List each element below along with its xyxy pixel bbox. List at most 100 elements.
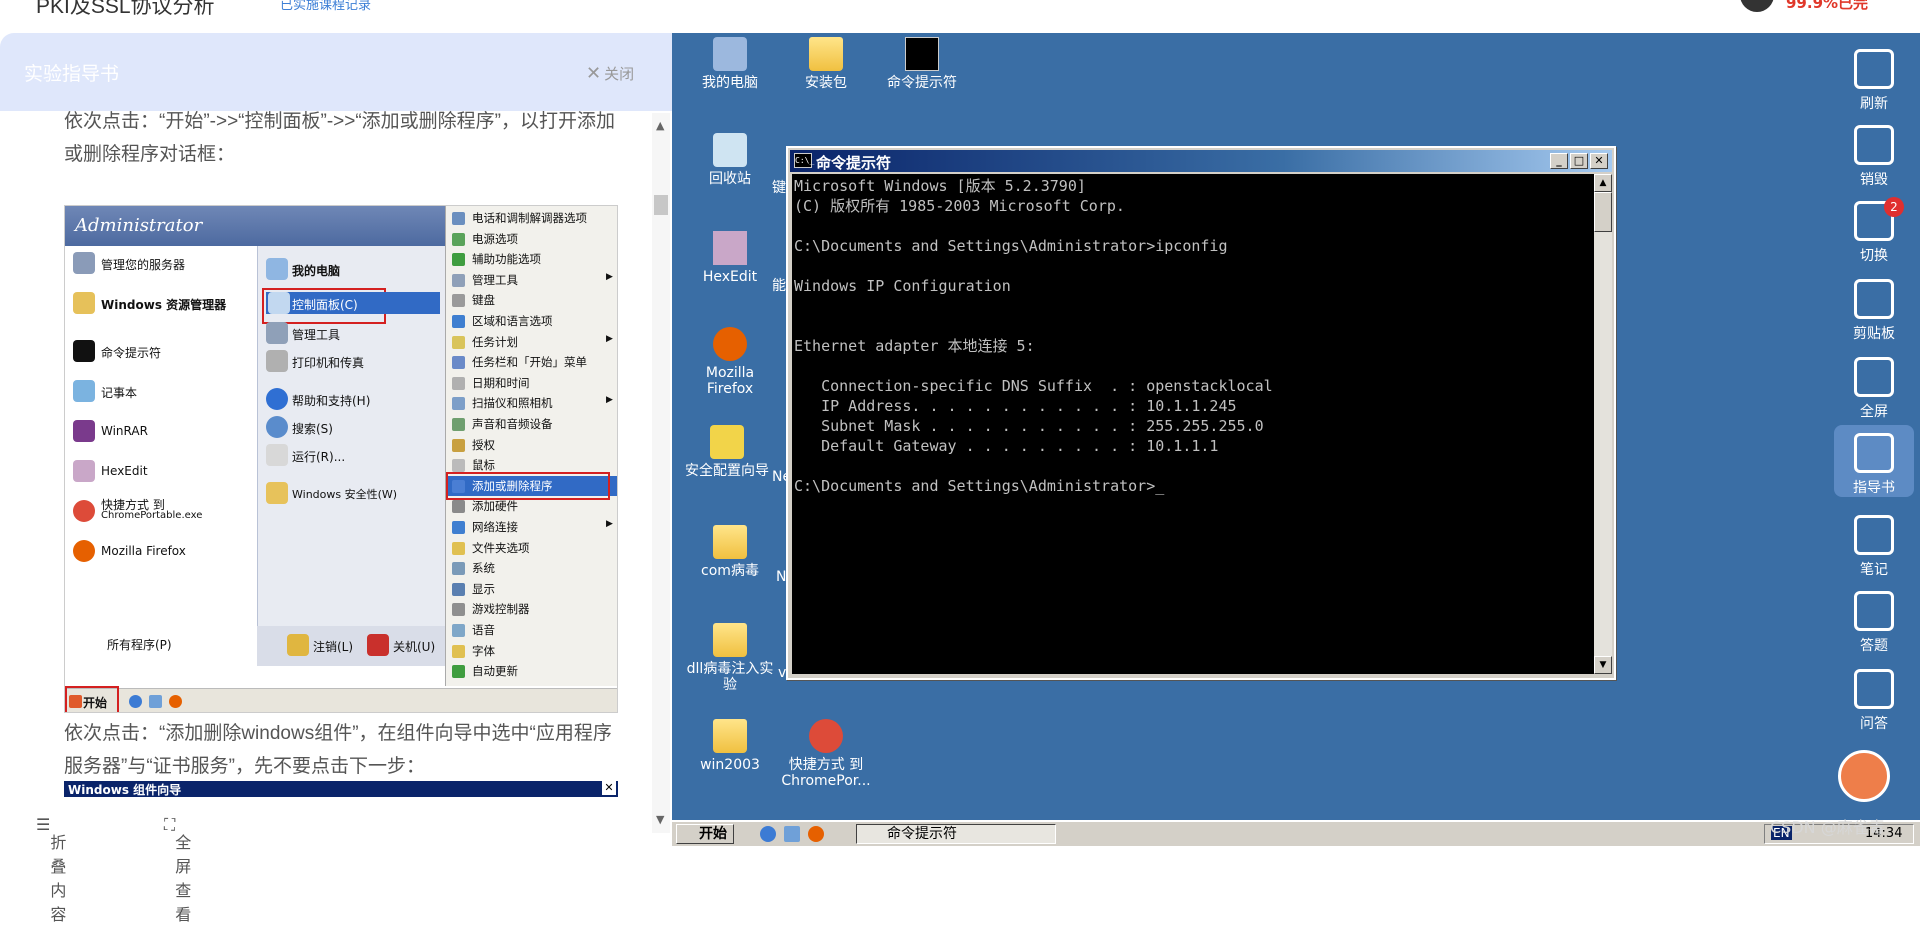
avatar[interactable]	[1740, 0, 1774, 12]
control-panel-item-icon	[452, 500, 465, 514]
desktop-icon-firefox[interactable]: Mozilla Firefox	[682, 327, 778, 397]
desktop-icon-my-computer[interactable]: 我的电脑	[682, 37, 778, 91]
scroll-thumb[interactable]	[654, 195, 668, 215]
fullscreen-view-button[interactable]: ⛶ 全屏查看	[164, 815, 191, 924]
scissors-icon	[1854, 279, 1894, 319]
guide-scrollbar[interactable]: ▲ ▼	[652, 113, 670, 833]
cmd-scrollbar[interactable]: ▲ ▼	[1594, 174, 1612, 674]
scroll-thumb[interactable]	[1594, 192, 1612, 232]
toolbar-label: 切换	[1860, 248, 1888, 264]
fold-content-button[interactable]: ☰ 折叠内容	[36, 815, 66, 924]
windows-logo-icon	[69, 695, 82, 708]
cmd-icon	[73, 340, 95, 362]
notepad-icon	[73, 380, 95, 402]
search-icon	[266, 416, 288, 438]
security-wizard-icon	[710, 425, 744, 459]
close-button[interactable]: ✕ 关闭	[586, 63, 634, 84]
ie-icon[interactable]	[760, 826, 776, 842]
winrar-icon	[73, 420, 95, 442]
toolbar-qa-button[interactable]: 问答	[1828, 661, 1920, 733]
control-panel-item-icon	[452, 335, 465, 349]
control-panel-item-icon	[452, 624, 465, 637]
control-panel-item-icon	[452, 376, 465, 390]
control-panel-item-icon	[452, 438, 465, 452]
taskbar-cmd-button[interactable]: 命令提示符	[856, 824, 1056, 844]
toolbar-trash-button[interactable]: 销毁	[1828, 117, 1920, 189]
fullscreen-icon	[1854, 357, 1894, 397]
wizard-screenshot: Windows 组件向导 ✕	[64, 781, 618, 797]
minimize-button[interactable]: _	[1550, 153, 1568, 169]
security-icon	[266, 482, 288, 504]
start-menu-right: 我的电脑 控制面板(C) 管理工具 打印机和传真 帮助和支持(H) 搜索(S) …	[257, 246, 445, 666]
cmd-output[interactable]: Microsoft Windows [版本 5.2.3790] (C) 版权所有…	[792, 174, 1594, 674]
desktop-icon-security-wizard[interactable]: 安全配置向导	[672, 425, 782, 479]
folder-icon	[713, 525, 747, 559]
scroll-up-icon[interactable]: ▲	[656, 119, 664, 132]
control-panel-item: 任务栏和「开始」菜单	[472, 355, 587, 370]
toolbar-refresh-new-button[interactable]: 刷新	[1828, 41, 1920, 113]
desktop-icon-install[interactable]: 安装包	[778, 37, 874, 91]
toolbar-label: 问答	[1860, 716, 1888, 732]
toolbar-answer-button[interactable]: 答题	[1828, 583, 1920, 655]
submenu-arrow-icon: ▶	[606, 519, 613, 529]
progress-link[interactable]: 99.9%已完	[1786, 0, 1868, 13]
control-panel-item: 声音和音频设备	[472, 417, 553, 431]
toolbar-book-button[interactable]: 指导书	[1834, 425, 1914, 497]
control-panel-item: 扫描仪和照相机	[472, 396, 553, 411]
control-panel-item: 网络连接	[472, 520, 518, 534]
toolbar-pencil-button[interactable]: 笔记	[1828, 507, 1920, 579]
cmd-titlebar[interactable]: C:\_ 命令提示符 _ □ ✕	[790, 150, 1612, 172]
course-record-link[interactable]: 已实施课程记录	[280, 0, 371, 13]
partial-icon-label: N	[776, 569, 787, 585]
control-panel-item: 语音	[472, 623, 495, 637]
firefox-icon[interactable]	[808, 826, 824, 842]
book-icon	[1854, 433, 1894, 473]
start-button[interactable]: 开始	[676, 824, 734, 844]
control-panel-item-icon	[452, 253, 465, 267]
desktop-icon-chrome[interactable]: 快捷方式 到 ChromePor...	[778, 719, 874, 789]
desktop-icon-com[interactable]: com病毒	[682, 525, 778, 579]
toolbar-label: 答题	[1860, 638, 1888, 654]
scroll-up-icon[interactable]: ▲	[1594, 174, 1612, 192]
wrench-icon[interactable]	[1838, 750, 1890, 802]
cmd-window[interactable]: C:\_ 命令提示符 _ □ ✕ Microsoft Windows [版本 5…	[786, 146, 1616, 680]
toolbar-label: 剪贴板	[1853, 326, 1895, 342]
scroll-down-icon[interactable]: ▼	[1594, 656, 1612, 674]
desktop-icon-win2003[interactable]: win2003	[682, 719, 778, 773]
control-panel-item: 电话和调制解调器选项	[472, 211, 587, 225]
desktop-icon-dll[interactable]: dll病毒注入实验	[682, 623, 778, 693]
guide-title: 实验指导书	[24, 64, 120, 85]
toolbar-fullscreen-button[interactable]: 全屏	[1828, 349, 1920, 421]
side-toolbar: 刷新销毁切换 2 剪贴板全屏 指导书笔记答题问答	[1828, 33, 1920, 813]
control-panel-item-icon	[452, 294, 465, 308]
guide-panel: 实验指导书 ✕ 关闭 依次点击：“开始”->>“控制面板”->>“添加或删除程序”…	[0, 33, 672, 924]
logoff-icon	[287, 634, 309, 656]
desktop-icon-recycle[interactable]: 回收站	[682, 133, 778, 187]
maximize-button[interactable]: □	[1570, 153, 1588, 169]
control-panel-item-icon	[452, 273, 465, 287]
desktop-icon-hexedit[interactable]: HexEdit	[682, 231, 778, 285]
answer-icon	[1854, 591, 1894, 631]
toolbar-label: 销毁	[1860, 172, 1888, 188]
desktop-icon-cmd[interactable]: 命令提示符	[874, 37, 970, 91]
close-button[interactable]: ✕	[1590, 153, 1608, 169]
control-panel-item: 电源选项	[472, 231, 518, 246]
submenu-arrow-icon: ▶	[606, 271, 613, 282]
partial-icon-label: 键	[772, 180, 786, 196]
partial-icon-label: 能	[772, 278, 786, 294]
desktop-icon[interactable]	[784, 826, 800, 842]
control-panel-item: 键盘	[472, 293, 495, 308]
control-panel-item: 自动更新	[472, 664, 518, 679]
firefox-icon	[73, 540, 95, 562]
control-panel-item-icon	[452, 212, 465, 225]
start-menu-header: Administrator	[65, 206, 445, 246]
toolbar-scissors-button[interactable]: 剪贴板	[1828, 271, 1920, 343]
start-item: 我的电脑	[292, 264, 341, 278]
toolbar-switch-button[interactable]: 切换 2	[1828, 193, 1920, 265]
control-panel-item-icon	[452, 232, 465, 246]
start-item: 命令提示符	[101, 346, 162, 360]
start-item: 控制面板(C)	[292, 298, 358, 312]
notification-badge: 2	[1884, 197, 1904, 217]
scroll-down-icon[interactable]: ▼	[656, 813, 664, 826]
folder-icon	[809, 37, 843, 71]
